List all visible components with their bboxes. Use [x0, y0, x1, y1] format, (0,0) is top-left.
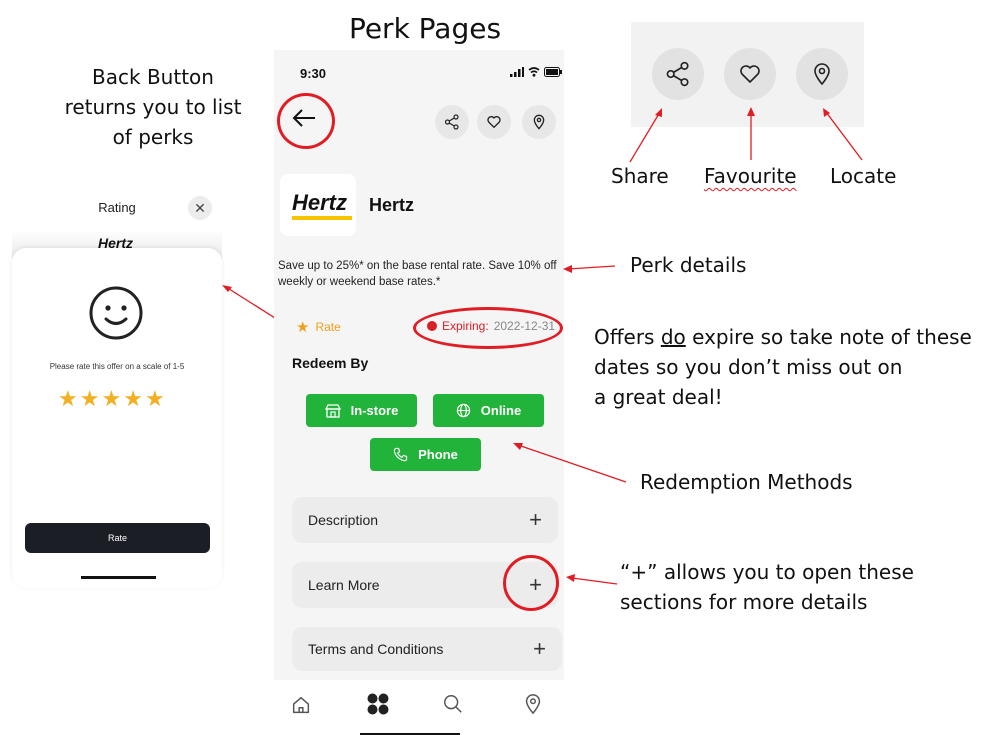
icon-legend-arrows	[629, 107, 863, 163]
annotation-text: Offers	[594, 325, 661, 349]
arrow-redemption	[513, 443, 627, 483]
rating-prompt: Please rate this offer on a scale of 1-5	[49, 362, 185, 371]
expire-annotation: Offers do expire so take note of these d…	[594, 322, 972, 412]
locate-button-large[interactable]	[796, 48, 848, 100]
rate-button-label: Rate	[107, 533, 127, 543]
section-terms[interactable]: Terms and Conditions +	[292, 627, 562, 671]
location-icon[interactable]	[522, 693, 544, 715]
home-icon[interactable]	[290, 694, 312, 716]
favourite-annotation: Favourite	[704, 164, 797, 188]
annotation-text-underlined: do	[660, 325, 686, 349]
star-icon[interactable]: ★	[80, 386, 100, 412]
plus-icon[interactable]: +	[529, 507, 542, 533]
in-store-label: In-store	[350, 403, 399, 418]
section-title: Learn More	[308, 577, 380, 593]
phone-label: Phone	[418, 447, 458, 462]
heart-icon	[740, 65, 760, 83]
smiley-icon	[88, 285, 144, 341]
star-icon[interactable]: ★	[58, 386, 78, 412]
annotation-text: expire so take note of these	[685, 325, 972, 349]
favourite-button[interactable]	[477, 105, 511, 139]
star-icon[interactable]: ★	[145, 386, 165, 412]
battery-icon	[544, 67, 562, 77]
rating-modal: Rating ✕ Hertz Please rate this offer on…	[12, 190, 222, 590]
annotation-line: Back Button	[92, 65, 214, 89]
star-icon[interactable]: ★	[101, 386, 121, 412]
back-button-annotation: Back Button returns you to list of perks	[48, 62, 258, 152]
location-icon	[533, 114, 545, 130]
plus-highlight	[503, 555, 559, 611]
plus-annotation: “+” allows you to open these sections fo…	[620, 557, 914, 617]
home-indicator	[81, 576, 156, 579]
wifi-icon	[528, 67, 540, 77]
locate-annotation: Locate	[830, 164, 897, 188]
share-icon	[666, 61, 689, 87]
arrow-perk-details	[563, 265, 616, 273]
share-button[interactable]	[435, 105, 469, 139]
expiring-highlight	[413, 307, 563, 349]
rate-link[interactable]: ★ Rate	[296, 318, 341, 336]
annotation-line: “+” allows you to open these	[620, 560, 914, 584]
grid-icon[interactable]	[366, 692, 390, 716]
in-store-button[interactable]: In-store	[306, 394, 417, 427]
locate-button[interactable]	[522, 105, 556, 139]
arrow-plus	[566, 574, 618, 585]
store-icon	[324, 403, 341, 418]
annotation-line: dates so you don’t miss out on	[594, 355, 903, 379]
section-description[interactable]: Description +	[292, 497, 558, 543]
rate-button[interactable]: Rate	[25, 523, 210, 553]
hertz-logo: Hertz	[292, 190, 348, 215]
redemption-annotation: Redemption Methods	[640, 470, 853, 494]
brand-logo-tile: Hertz	[280, 174, 356, 236]
annotation-line: sections for more details	[620, 590, 868, 614]
status-icons	[510, 67, 562, 77]
brand-name: Hertz	[369, 195, 415, 215]
globe-icon	[456, 403, 470, 418]
perk-details-annotation: Perk details	[630, 253, 747, 277]
online-button[interactable]: Online	[433, 394, 544, 427]
back-button-highlight	[277, 93, 335, 149]
section-title: Terms and Conditions	[308, 641, 444, 657]
star-rating[interactable]: ★ ★ ★ ★ ★	[58, 386, 165, 412]
section-title: Description	[308, 512, 379, 528]
annotation-line: a great deal!	[594, 385, 723, 409]
phone-icon	[393, 447, 408, 462]
perk-description: Save up to 25%* on the base rental rate.…	[278, 260, 557, 288]
search-icon[interactable]	[442, 693, 464, 715]
star-icon: ★	[296, 319, 310, 336]
share-button-large[interactable]	[652, 48, 704, 100]
status-time: 9:30	[300, 66, 327, 81]
rate-label: Rate	[315, 320, 341, 334]
redeem-by-heading: Redeem By	[292, 355, 369, 371]
signal-icon	[510, 67, 524, 77]
heart-icon	[487, 116, 501, 128]
close-icon[interactable]: ✕	[188, 196, 212, 220]
share-icon	[444, 114, 459, 130]
annotation-line: of perks	[112, 125, 194, 149]
annotation-line: returns you to list	[64, 95, 242, 119]
hertz-logo-underline	[292, 216, 352, 220]
phone-button[interactable]: Phone	[370, 438, 481, 471]
page-title: Perk Pages	[348, 12, 502, 45]
online-label: Online	[480, 403, 522, 418]
location-icon	[814, 63, 830, 86]
star-icon[interactable]: ★	[123, 386, 143, 412]
share-annotation: Share	[611, 164, 669, 188]
favourite-button-large[interactable]	[724, 48, 776, 100]
bottom-nav	[274, 680, 564, 735]
annotation-line: Offers do expire so take note of these	[594, 322, 972, 352]
plus-icon[interactable]: +	[533, 636, 546, 662]
